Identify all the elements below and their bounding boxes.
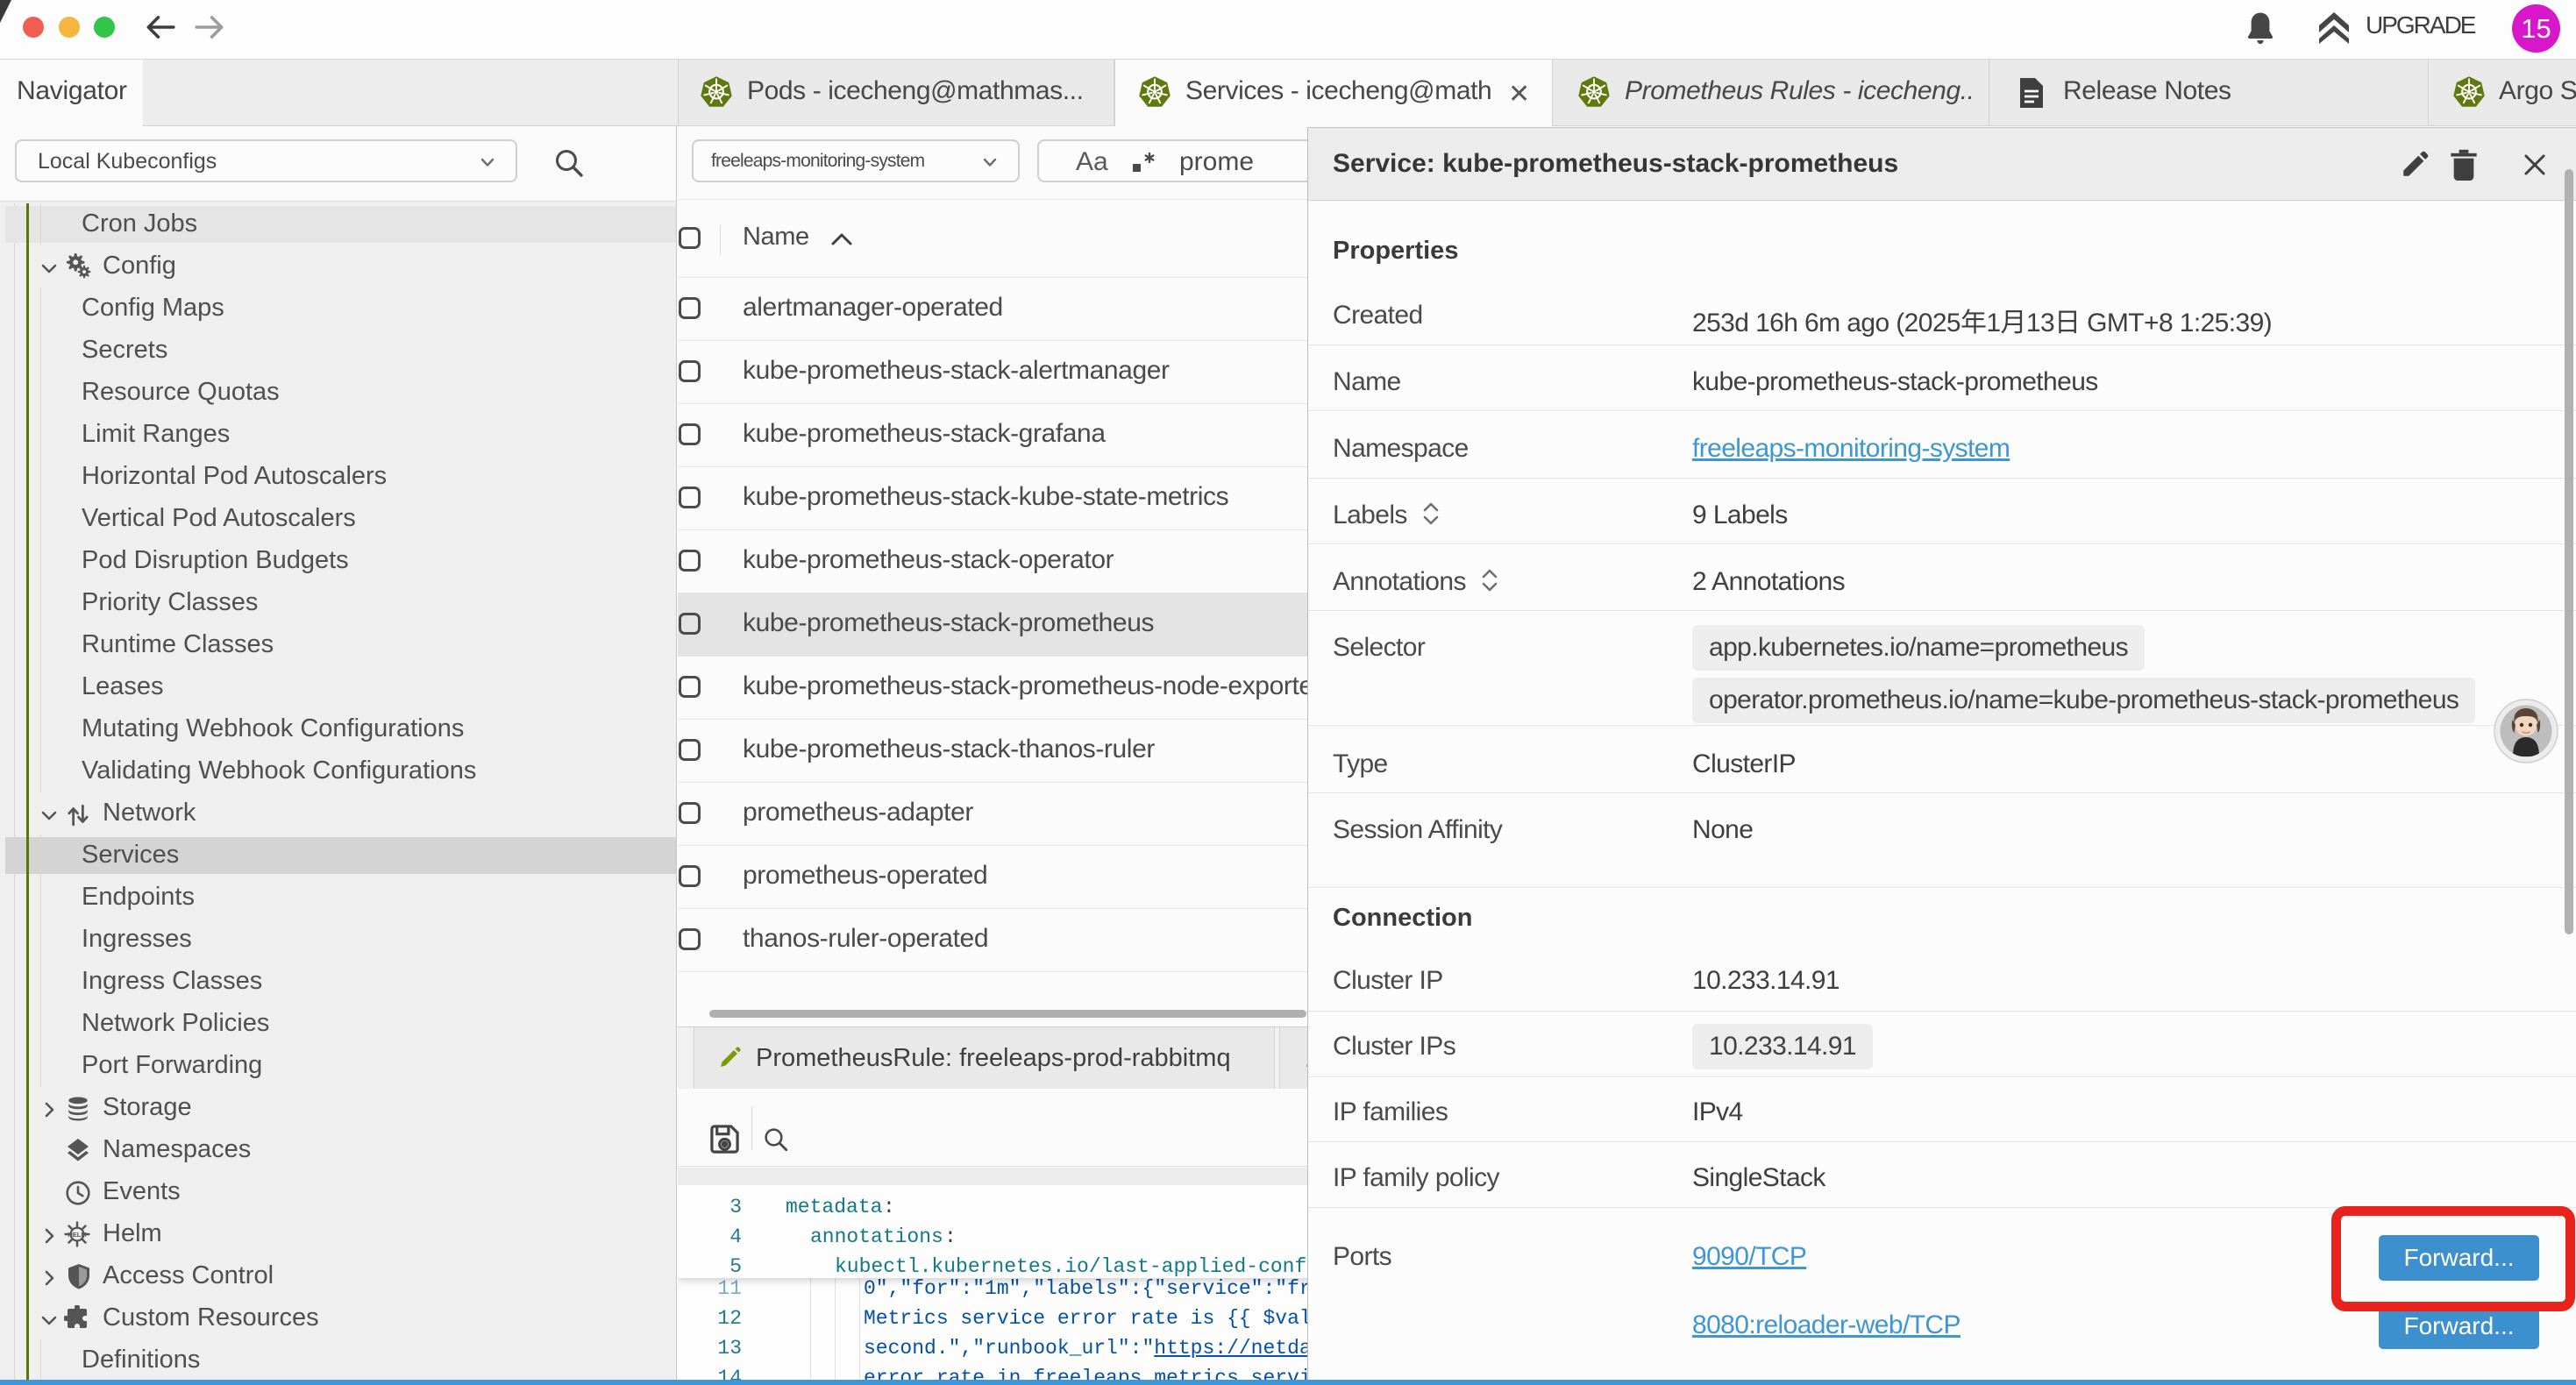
svg-text:HELM: HELM [68, 1231, 86, 1239]
